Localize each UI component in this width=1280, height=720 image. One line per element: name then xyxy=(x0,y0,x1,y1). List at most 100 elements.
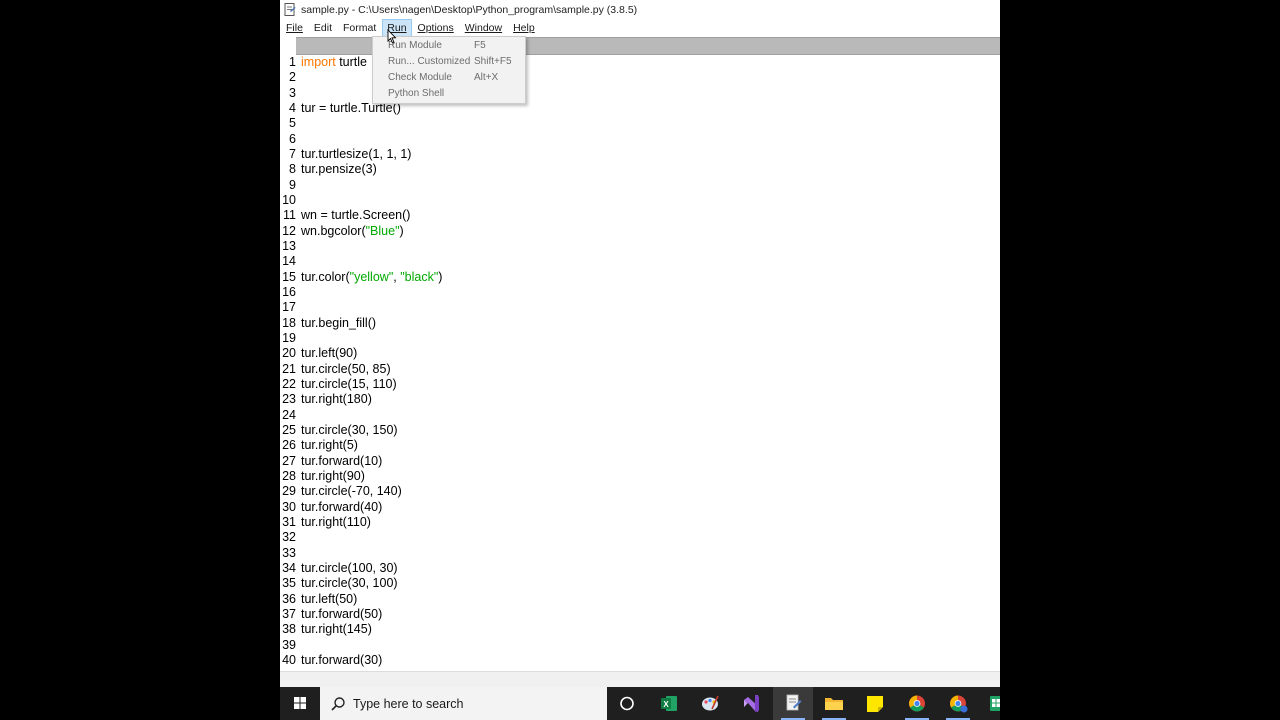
excel-green-button[interactable] xyxy=(980,687,1000,720)
windows-logo-icon xyxy=(294,697,306,709)
code-token: tur.color( xyxy=(301,269,350,284)
excel-icon: X xyxy=(661,696,677,711)
line-number: 4 xyxy=(289,100,296,115)
paint-button[interactable] xyxy=(690,687,730,720)
line-number: 36 xyxy=(282,591,296,606)
line-number: 9 xyxy=(289,177,296,192)
line-number: 32 xyxy=(282,530,296,545)
code-token: ) xyxy=(438,269,443,284)
line-number: 1 xyxy=(289,55,296,69)
code-token: wn.bgcolor( xyxy=(301,223,366,238)
code-line: 24 xyxy=(280,408,1000,423)
horizontal-scrollbar[interactable] xyxy=(280,671,1000,688)
line-number: 24 xyxy=(282,407,296,422)
code-line: 22 tur.circle(15, 110) xyxy=(280,377,1000,392)
line-number: 20 xyxy=(282,346,296,361)
line-number: 15 xyxy=(282,269,296,284)
menu-window[interactable]: Window xyxy=(460,19,507,37)
line-number: 14 xyxy=(282,254,296,269)
code-line: 31 tur.right(110) xyxy=(280,515,1000,530)
code-token: tur.left(90) xyxy=(301,346,358,361)
line-number: 7 xyxy=(289,146,296,161)
check-module-label: Check Module xyxy=(388,72,452,83)
menu-options[interactable]: Options xyxy=(413,19,459,37)
menu-item-run-customized[interactable]: Run... Customized Shift+F5 xyxy=(373,54,525,70)
string-token: "yellow" xyxy=(349,269,394,284)
menu-options-label: Options xyxy=(417,22,454,34)
menu-file[interactable]: File xyxy=(281,19,308,37)
mouse-pointer-icon xyxy=(387,28,397,44)
menu-help[interactable]: Help xyxy=(508,19,540,37)
taskbar-search-box[interactable]: Type here to search xyxy=(320,687,607,720)
code-token: tur.circle(30, 150) xyxy=(301,422,398,437)
idle-app-icon xyxy=(284,3,296,16)
file-explorer-button[interactable] xyxy=(814,687,854,720)
line-number: 29 xyxy=(282,484,296,499)
code-text: tur.forward(40) xyxy=(301,500,382,515)
line-number: 28 xyxy=(282,468,296,483)
code-text: tur.color("yellow", "black") xyxy=(301,270,442,285)
code-line: 27 tur.forward(10) xyxy=(280,454,1000,469)
code-text: import turtle xyxy=(301,55,367,70)
run-customized-label: Run... Customized xyxy=(388,56,471,67)
code-text: tur.circle(15, 110) xyxy=(301,377,397,392)
line-number: 8 xyxy=(289,162,296,177)
code-token: tur.left(50) xyxy=(301,591,358,606)
code-token: tur.right(110) xyxy=(301,514,371,529)
paint-icon xyxy=(702,695,719,711)
code-text: tur.left(90) xyxy=(301,346,357,361)
line-number: 39 xyxy=(282,637,296,652)
cortana-button[interactable] xyxy=(607,687,647,720)
line-number: 19 xyxy=(282,330,296,345)
chrome-profile-button[interactable] xyxy=(938,687,978,720)
line-number: 13 xyxy=(282,238,296,253)
code-token: tur.forward(30) xyxy=(301,652,383,667)
menu-edit-label: Edit xyxy=(313,22,333,34)
code-line: 7 tur.turtlesize(1, 1, 1) xyxy=(280,147,1000,162)
code-token: tur.circle(30, 100) xyxy=(301,576,398,591)
excel-button[interactable]: X xyxy=(649,687,689,720)
code-line: 28 tur.right(90) xyxy=(280,469,1000,484)
string-token: "Blue" xyxy=(365,223,400,238)
code-line: 12 wn.bgcolor("Blue") xyxy=(280,224,1000,239)
code-token: tur.right(90) xyxy=(301,468,365,483)
menu-item-check-module[interactable]: Check Module Alt+X xyxy=(373,70,525,86)
code-line: 40 tur.forward(30) xyxy=(280,653,1000,668)
code-text: tur.circle(30, 100) xyxy=(301,576,398,591)
code-token: tur.circle(50, 85) xyxy=(301,361,391,376)
line-number: 25 xyxy=(282,422,296,437)
start-button[interactable] xyxy=(280,687,320,720)
menu-edit[interactable]: Edit xyxy=(309,19,337,37)
code-text: tur.circle(100, 30) xyxy=(301,561,398,576)
code-token: tur.forward(10) xyxy=(301,453,383,468)
menu-format[interactable]: Format xyxy=(338,19,381,37)
code-token: tur.circle(-70, 140) xyxy=(301,484,402,499)
visual-studio-button[interactable] xyxy=(731,687,771,720)
code-text: tur.forward(10) xyxy=(301,454,382,469)
code-text: tur.right(180) xyxy=(301,392,372,407)
idle-editor-button[interactable] xyxy=(773,687,813,720)
line-number: 6 xyxy=(289,131,296,146)
code-line: 34 tur.circle(100, 30) xyxy=(280,561,1000,576)
sticky-notes-button[interactable] xyxy=(855,687,895,720)
idle-editor-window: sample.py - C:\Users\nagen\Desktop\Pytho… xyxy=(280,0,1000,720)
line-number: 23 xyxy=(282,392,296,407)
code-editor[interactable]: 1 import turtle 2 3 4 tur = turtle.Turtle() 5 6… xyxy=(280,55,1000,671)
code-token: tur.forward(50) xyxy=(301,606,383,621)
line-number: 21 xyxy=(282,361,296,376)
code-line: 25 tur.circle(30, 150) xyxy=(280,423,1000,438)
code-line: 10 xyxy=(280,193,1000,208)
code-token: tur.circle(15, 110) xyxy=(301,376,397,391)
code-line: 33 xyxy=(280,546,1000,561)
code-line: 9 xyxy=(280,178,1000,193)
line-number: 18 xyxy=(282,315,296,330)
chrome-button[interactable] xyxy=(897,687,937,720)
visual-studio-icon xyxy=(744,695,759,712)
code-text: tur.circle(-70, 140) xyxy=(301,484,402,499)
menu-format-label: Format xyxy=(343,22,377,34)
code-text: tur.begin_fill() xyxy=(301,316,376,331)
code-text: tur.right(5) xyxy=(301,438,358,453)
menu-item-python-shell[interactable]: Python Shell xyxy=(373,86,525,102)
line-number: 10 xyxy=(282,192,296,207)
code-text: tur.circle(30, 150) xyxy=(301,423,398,438)
